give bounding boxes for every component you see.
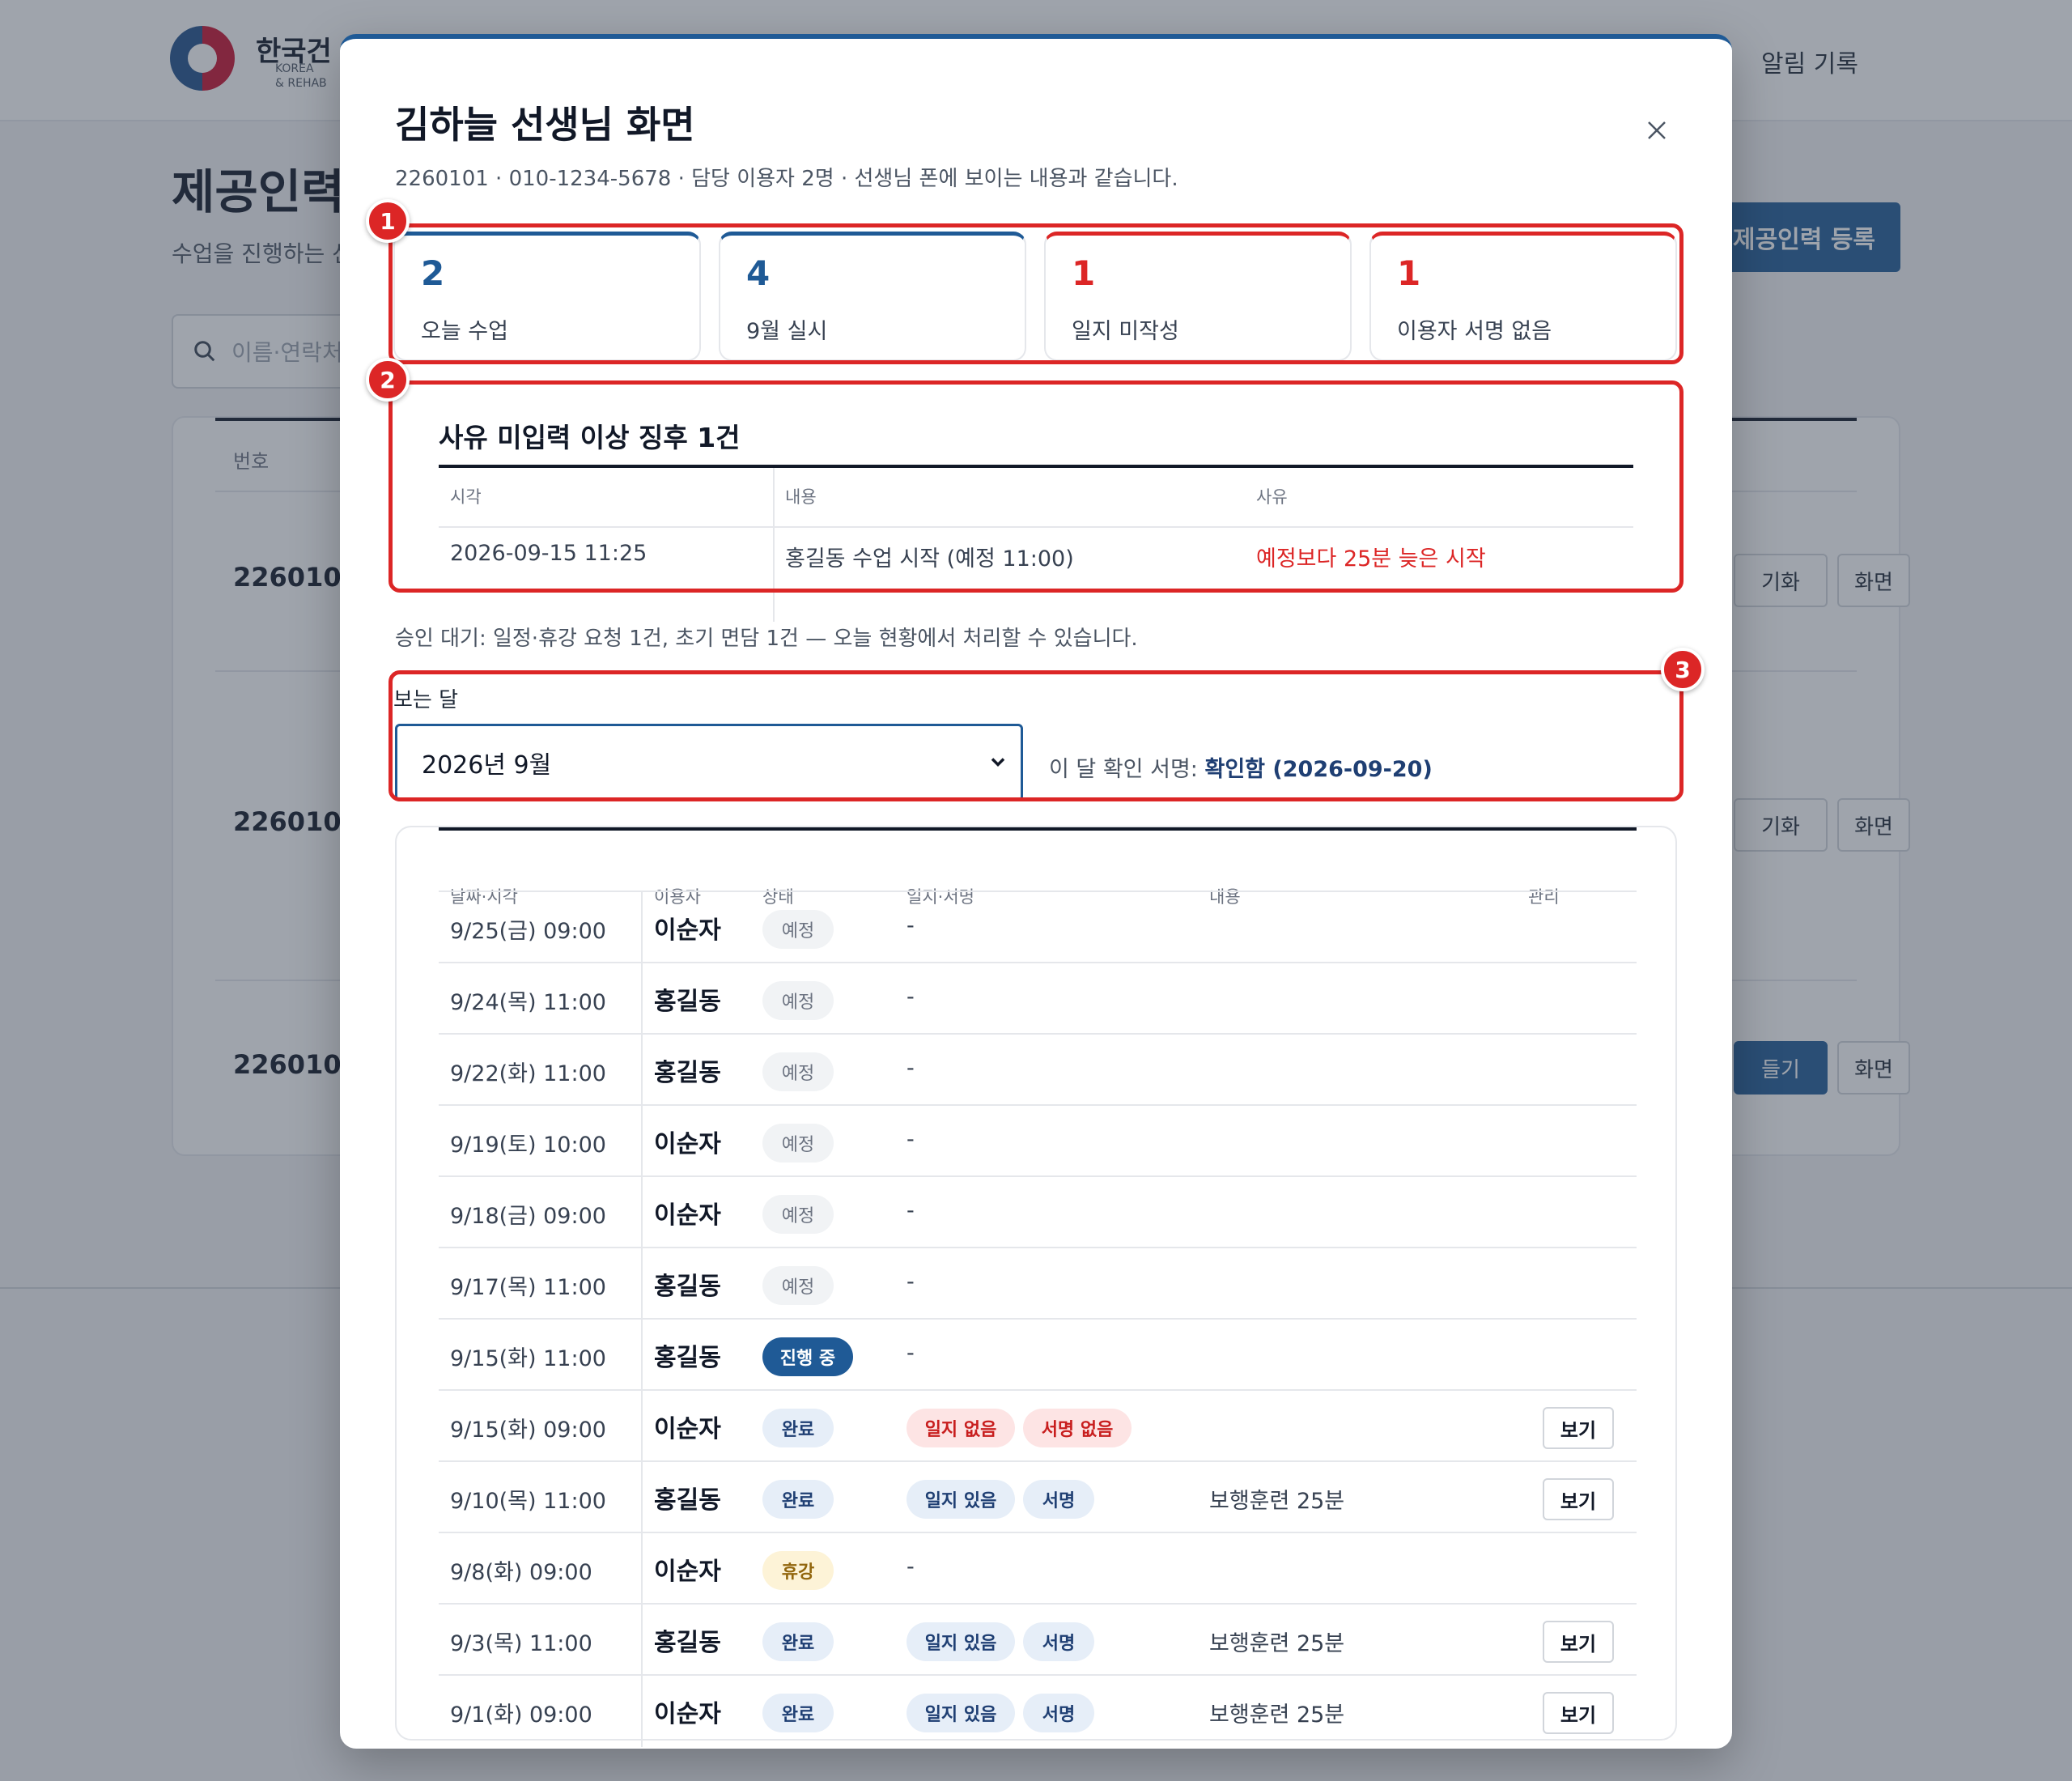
annotation-box-2 xyxy=(388,380,1684,593)
modal-title: 김하늘 선생님 화면 xyxy=(395,103,695,147)
row-log-empty: - xyxy=(906,1269,915,1294)
log-badge: 일지 있음 xyxy=(906,1694,1015,1732)
signature-badge: 서명 xyxy=(1023,1622,1094,1661)
row-user: 이순자 xyxy=(654,1130,721,1158)
status-badge: 진행 중 xyxy=(762,1337,853,1376)
row-user: 홍길동 xyxy=(654,1273,721,1301)
status-badge: 예정 xyxy=(762,1124,834,1163)
row-user: 홍길동 xyxy=(654,1486,721,1515)
schedule-row: 9/17(목) 11:00 홍길동 예정 - xyxy=(439,1247,1637,1320)
status-badge: 예정 xyxy=(762,910,834,949)
row-user: 홍길동 xyxy=(654,1629,721,1657)
schedule-row: 9/19(토) 10:00 이순자 예정 - xyxy=(439,1104,1637,1177)
signature-badge: 서명 xyxy=(1023,1480,1094,1519)
row-log-empty: - xyxy=(906,1127,915,1152)
annotation-badge-3: 3 xyxy=(1661,648,1705,691)
row-date: 9/10(목) 11:00 xyxy=(450,1489,606,1514)
modal-subtitle: 2260101 · 010-1234-5678 · 담당 이용자 2명 · 선생… xyxy=(395,167,1178,191)
row-log-empty: - xyxy=(906,1198,915,1223)
row-date: 9/3(목) 11:00 xyxy=(450,1631,592,1656)
status-badge: 완료 xyxy=(762,1694,834,1732)
schedule-row: 9/3(목) 11:00 홍길동 완료 일지 있음 서명 보행훈련 25분 보기 xyxy=(439,1603,1637,1676)
status-badge: 예정 xyxy=(762,1195,834,1234)
annotation-box-1 xyxy=(388,223,1684,364)
status-badge: 예정 xyxy=(762,1052,834,1091)
row-log-empty: - xyxy=(906,913,915,938)
view-button[interactable]: 보기 xyxy=(1543,1621,1614,1663)
schedule-row: 9/15(화) 09:00 이순자 완료 일지 없음 서명 없음 보기 xyxy=(439,1389,1637,1462)
close-button[interactable] xyxy=(1635,108,1679,152)
row-user: 이순자 xyxy=(654,1415,721,1443)
schedule-row: 9/25(금) 09:00 이순자 예정 - xyxy=(439,890,1637,963)
log-badge: 일지 있음 xyxy=(906,1480,1015,1519)
schedule-row: 9/18(금) 09:00 이순자 예정 - xyxy=(439,1175,1637,1248)
row-date: 9/15(화) 11:00 xyxy=(450,1346,606,1371)
row-user: 홍길동 xyxy=(654,1059,721,1087)
schedule-table: 날짜·시각 이용자 상태 일지·서명 내용 관리 9/25(금) 09:00 이순… xyxy=(395,826,1677,1747)
row-log-empty: - xyxy=(906,1554,915,1579)
log-badge: 일지 있음 xyxy=(906,1622,1015,1661)
view-button[interactable]: 보기 xyxy=(1543,1478,1614,1520)
signature-badge: 서명 xyxy=(1023,1694,1094,1732)
close-icon xyxy=(1648,121,1666,139)
schedule-row: 9/1(화) 09:00 이순자 완료 일지 있음 서명 보행훈련 25분 보기 xyxy=(439,1674,1637,1747)
status-badge: 완료 xyxy=(762,1622,834,1661)
row-content: 보행훈련 25분 xyxy=(1209,1489,1345,1514)
row-date: 9/15(화) 09:00 xyxy=(450,1418,606,1443)
annotation-badge-1: 1 xyxy=(366,199,410,243)
view-button[interactable]: 보기 xyxy=(1543,1407,1614,1449)
schedule-row: 9/10(목) 11:00 홍길동 완료 일지 있음 서명 보행훈련 25분 보기 xyxy=(439,1460,1637,1533)
row-date: 9/1(화) 09:00 xyxy=(450,1702,592,1728)
row-date: 9/25(금) 09:00 xyxy=(450,919,606,944)
status-badge: 예정 xyxy=(762,981,834,1020)
schedule-row: 9/8(화) 09:00 이순자 휴강 - xyxy=(439,1532,1637,1605)
row-user: 홍길동 xyxy=(654,988,721,1016)
schedule-row: 9/15(화) 11:00 홍길동 진행 중 - xyxy=(439,1318,1637,1391)
row-user: 이순자 xyxy=(654,1558,721,1586)
row-user: 홍길동 xyxy=(654,1344,721,1372)
row-user: 이순자 xyxy=(654,1700,721,1728)
row-date: 9/17(목) 11:00 xyxy=(450,1275,606,1300)
schedule-row: 9/24(목) 11:00 홍길동 예정 - xyxy=(439,962,1637,1035)
row-content: 보행훈련 25분 xyxy=(1209,1702,1345,1728)
log-badge: 일지 없음 xyxy=(906,1409,1015,1447)
view-button[interactable]: 보기 xyxy=(1543,1692,1614,1734)
row-log-empty: - xyxy=(906,984,915,1010)
row-log-empty: - xyxy=(906,1341,915,1366)
row-user: 이순자 xyxy=(654,916,721,945)
status-badge: 휴강 xyxy=(762,1551,834,1590)
annotation-badge-2: 2 xyxy=(366,358,410,402)
schedule-row: 9/22(화) 11:00 홍길동 예정 - xyxy=(439,1033,1637,1106)
row-date: 9/22(화) 11:00 xyxy=(450,1061,606,1086)
annotation-box-3 xyxy=(388,670,1684,801)
status-badge: 예정 xyxy=(762,1266,834,1305)
status-badge: 완료 xyxy=(762,1480,834,1519)
pending-approval-note: 승인 대기: 일정·휴강 요청 1건, 초기 면담 1건 — 오늘 현황에서 처… xyxy=(395,627,1138,651)
row-date: 9/19(토) 10:00 xyxy=(450,1133,606,1158)
row-date: 9/18(금) 09:00 xyxy=(450,1204,606,1229)
signature-badge: 서명 없음 xyxy=(1023,1409,1132,1447)
status-badge: 완료 xyxy=(762,1409,834,1447)
row-log-empty: - xyxy=(906,1056,915,1081)
row-date: 9/8(화) 09:00 xyxy=(450,1560,592,1585)
row-user: 이순자 xyxy=(654,1201,721,1230)
row-date: 9/24(목) 11:00 xyxy=(450,990,606,1015)
row-content: 보행훈련 25분 xyxy=(1209,1631,1345,1656)
